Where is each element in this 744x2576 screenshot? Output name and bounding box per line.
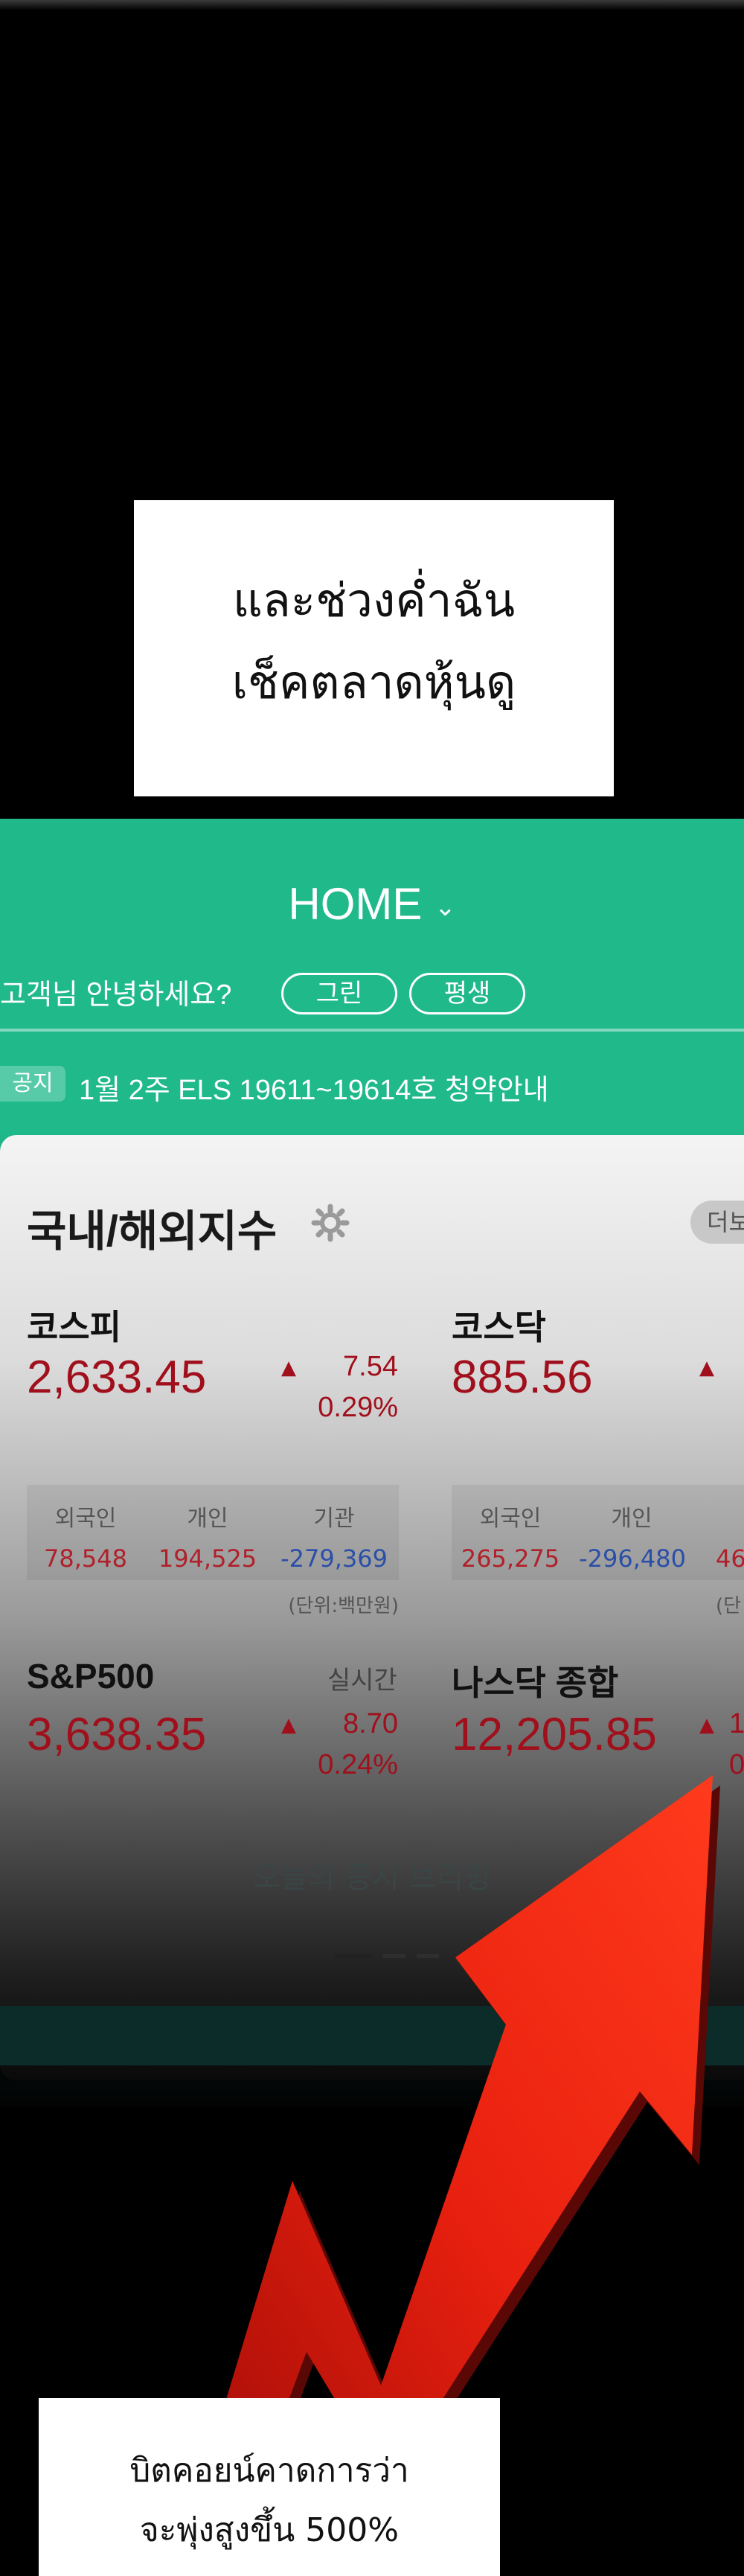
speech-bubble-bottom: บิตคอยน์คาดการว่า จะพุ่งสูงขึ้น 500% <box>39 2398 500 2576</box>
caption-line-1: บิตคอยน์คาดการว่า <box>129 2452 409 2490</box>
rising-arrow-icon <box>173 1775 720 2576</box>
caption-line-2: จะพุ่งสูงขึ้น 500% <box>139 2511 400 2549</box>
